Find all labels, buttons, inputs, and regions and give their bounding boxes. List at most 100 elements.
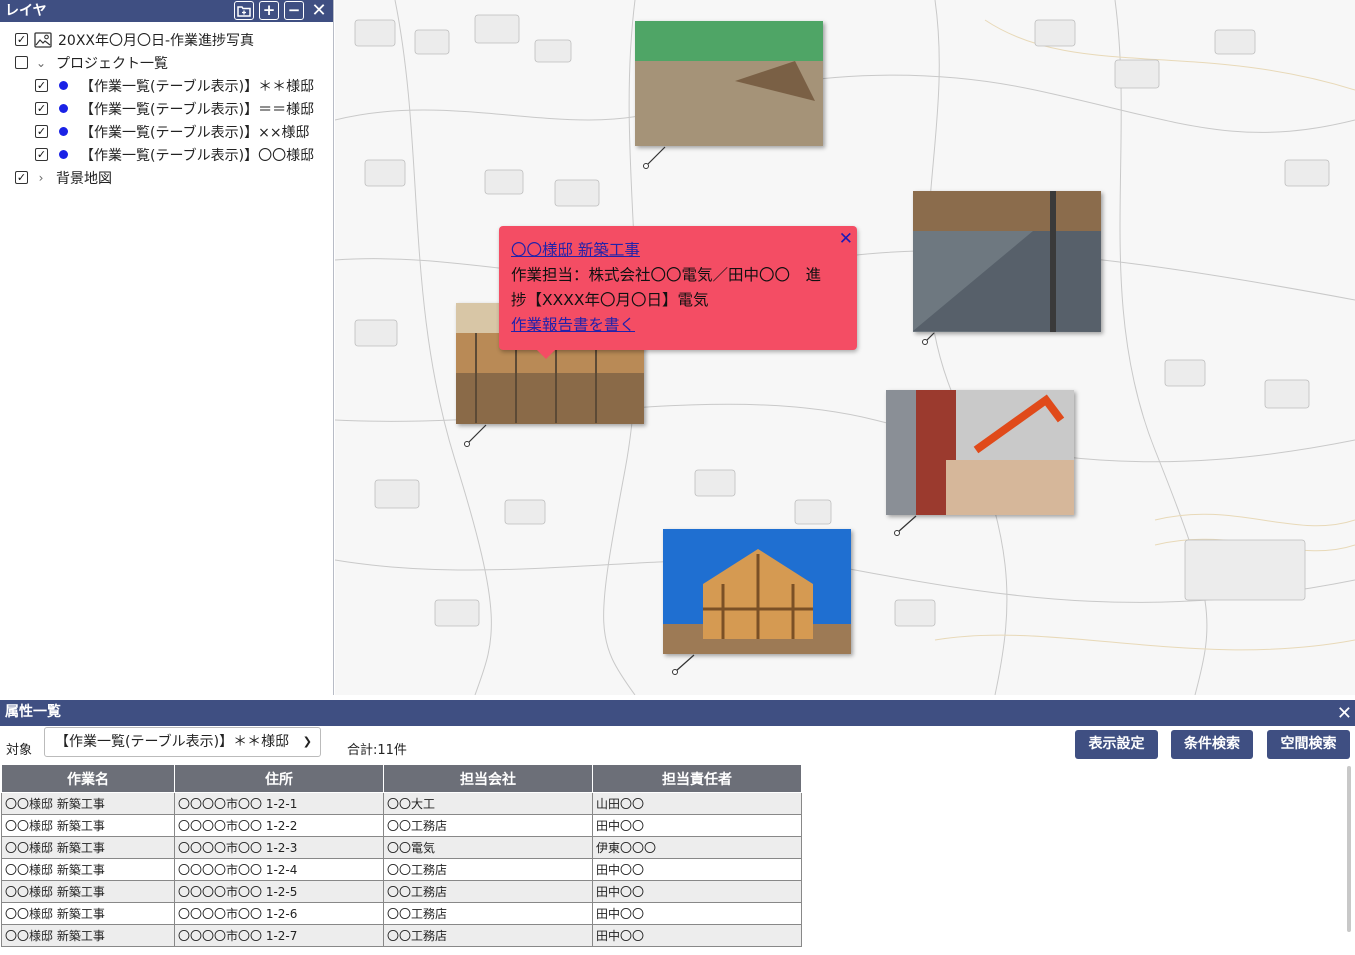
cell: 田中〇〇 bbox=[592, 858, 802, 881]
cell: 〇〇〇〇市〇〇 1-2-6 bbox=[174, 902, 384, 925]
photo-marker-4[interactable] bbox=[886, 390, 1074, 515]
table-row[interactable]: 〇〇様邸 新築工事 〇〇〇〇市〇〇 1-2-3 〇〇電気 伊東〇〇〇 bbox=[1, 836, 802, 859]
layer-item-sub4[interactable]: ✓ 【作業一覧(テーブル表示)】〇〇様邸 bbox=[0, 143, 333, 166]
close-icon[interactable]: ✕ bbox=[1337, 702, 1352, 726]
leader-line bbox=[922, 332, 935, 345]
leader-line bbox=[464, 424, 487, 447]
photo-marker-5[interactable] bbox=[663, 529, 851, 654]
cell: 田中〇〇 bbox=[592, 880, 802, 903]
cell: 田中〇〇 bbox=[592, 902, 802, 925]
checkbox-checked-icon[interactable]: ✓ bbox=[15, 33, 28, 46]
cell: 〇〇工務店 bbox=[383, 814, 593, 837]
popup-close-icon[interactable]: ✕ bbox=[839, 227, 853, 252]
layer-label: 【作業一覧(テーブル表示)】＊＊様邸 bbox=[80, 78, 315, 95]
layer-color-dot-icon bbox=[59, 127, 68, 136]
photo-marker-2[interactable] bbox=[913, 191, 1101, 332]
attribute-panel-title: 属性一覧 bbox=[5, 704, 61, 720]
layer-color-dot-icon bbox=[59, 104, 68, 113]
feature-popup: ✕ 〇〇様邸 新築工事 作業担当：株式会社〇〇電気／田中〇〇 進 捗【XXXX年… bbox=[499, 226, 857, 359]
column-header[interactable]: 住所 bbox=[174, 764, 384, 793]
layer-label: 【作業一覧(テーブル表示)】××様邸 bbox=[80, 124, 310, 141]
layer-label: 20XX年〇月〇日-作業進捗写真 bbox=[58, 32, 255, 49]
column-header[interactable]: 担当責任者 bbox=[592, 764, 802, 793]
popup-tail bbox=[537, 350, 555, 359]
layer-label: 背景地図 bbox=[56, 170, 112, 187]
checkbox-checked-icon[interactable]: ✓ bbox=[15, 171, 28, 184]
target-select-value: 【作業一覧(テーブル表示)】＊＊様邸 bbox=[55, 734, 290, 750]
cell: 〇〇様邸 新築工事 bbox=[1, 924, 175, 947]
spatial-search-button[interactable]: 空間検索 bbox=[1267, 730, 1350, 759]
table-row[interactable]: 〇〇様邸 新築工事 〇〇〇〇市〇〇 1-2-7 〇〇工務店 田中〇〇 bbox=[1, 924, 802, 947]
photo-marker-1[interactable] bbox=[635, 21, 823, 146]
layer-color-dot-icon bbox=[59, 81, 68, 90]
layer-color-dot-icon bbox=[59, 150, 68, 159]
table-row[interactable]: 〇〇様邸 新築工事 〇〇〇〇市〇〇 1-2-4 〇〇工務店 田中〇〇 bbox=[1, 858, 802, 881]
expand-all-icon[interactable]: + bbox=[259, 1, 279, 20]
table-row[interactable]: 〇〇様邸 新築工事 〇〇〇〇市〇〇 1-2-5 〇〇工務店 田中〇〇 bbox=[1, 880, 802, 903]
layer-item-background-map[interactable]: ✓ › 背景地図 bbox=[0, 166, 333, 189]
popup-title-link[interactable]: 〇〇様邸 新築工事 bbox=[511, 241, 640, 259]
target-label: 対象 bbox=[6, 743, 33, 758]
total-count: 合計:11件 bbox=[347, 743, 407, 758]
layer-item-sub1[interactable]: ✓ 【作業一覧(テーブル表示)】＊＊様邸 bbox=[0, 74, 333, 97]
image-layer-icon bbox=[34, 31, 52, 48]
cell: 〇〇大工 bbox=[383, 792, 593, 815]
collapse-all-icon[interactable]: − bbox=[284, 1, 304, 20]
cell: 〇〇〇〇市〇〇 1-2-7 bbox=[174, 924, 384, 947]
popup-line: 捗【XXXX年〇月〇日】電気 bbox=[511, 291, 709, 309]
cell: 〇〇〇〇市〇〇 1-2-3 bbox=[174, 836, 384, 859]
cell: 山田〇〇 bbox=[592, 792, 802, 815]
attribute-panel-header: 属性一覧 ✕ bbox=[0, 700, 1355, 726]
layer-item-photos[interactable]: ✓ 20XX年〇月〇日-作業進捗写真 bbox=[0, 28, 333, 51]
cell: 〇〇工務店 bbox=[383, 924, 593, 947]
layer-tree: ✓ 20XX年〇月〇日-作業進捗写真 ⌄ プロジェクト一覧 ✓ 【作業一覧(テー… bbox=[0, 22, 333, 189]
cell: 〇〇電気 bbox=[383, 836, 593, 859]
attribute-table: 作業名 住所 担当会社 担当責任者 〇〇様邸 新築工事 〇〇〇〇市〇〇 1-2-1… bbox=[1, 764, 802, 947]
chevron-down-icon: ❯ bbox=[302, 735, 312, 748]
checkbox-checked-icon[interactable]: ✓ bbox=[35, 148, 48, 161]
leader-line bbox=[643, 146, 666, 169]
cell: 〇〇〇〇市〇〇 1-2-4 bbox=[174, 858, 384, 881]
condition-search-button[interactable]: 条件検索 bbox=[1171, 730, 1253, 759]
cell: 〇〇〇〇市〇〇 1-2-5 bbox=[174, 880, 384, 903]
cell: 〇〇工務店 bbox=[383, 880, 593, 903]
layer-item-sub3[interactable]: ✓ 【作業一覧(テーブル表示)】××様邸 bbox=[0, 120, 333, 143]
leader-line bbox=[894, 515, 917, 536]
cell: 田中〇〇 bbox=[592, 814, 802, 837]
cell: 〇〇工務店 bbox=[383, 902, 593, 925]
chevron-right-icon[interactable]: › bbox=[34, 171, 48, 185]
add-folder-icon[interactable] bbox=[234, 1, 254, 20]
cell: 〇〇様邸 新築工事 bbox=[1, 902, 175, 925]
close-icon[interactable]: ✕ bbox=[309, 1, 329, 20]
layer-panel: レイヤ + − ✕ ✓ 20XX年〇月〇日-作業進捗写真 ⌄ プロジェクト一覧 … bbox=[0, 0, 334, 695]
column-header[interactable]: 担当会社 bbox=[383, 764, 593, 793]
attribute-panel: 属性一覧 ✕ 対象 【作業一覧(テーブル表示)】＊＊様邸 ❯ 合計:11件 表示… bbox=[0, 700, 1355, 955]
table-row[interactable]: 〇〇様邸 新築工事 〇〇〇〇市〇〇 1-2-1 〇〇大工 山田〇〇 bbox=[1, 792, 802, 815]
layer-label: プロジェクト一覧 bbox=[56, 55, 168, 72]
table-header-row: 作業名 住所 担当会社 担当責任者 bbox=[1, 764, 802, 793]
checkbox-checked-icon[interactable]: ✓ bbox=[35, 102, 48, 115]
cell: 田中〇〇 bbox=[592, 924, 802, 947]
cell: 〇〇様邸 新築工事 bbox=[1, 792, 175, 815]
target-select[interactable]: 【作業一覧(テーブル表示)】＊＊様邸 ❯ bbox=[44, 727, 321, 757]
checkbox-unchecked-icon[interactable] bbox=[15, 56, 28, 69]
table-row[interactable]: 〇〇様邸 新築工事 〇〇〇〇市〇〇 1-2-6 〇〇工務店 田中〇〇 bbox=[1, 902, 802, 925]
write-report-link[interactable]: 作業報告書を書く bbox=[511, 316, 635, 334]
cell: 〇〇様邸 新築工事 bbox=[1, 880, 175, 903]
cell: 〇〇工務店 bbox=[383, 858, 593, 881]
cell: 〇〇様邸 新築工事 bbox=[1, 836, 175, 859]
cell: 伊東〇〇〇 bbox=[592, 836, 802, 859]
cell: 〇〇〇〇市〇〇 1-2-2 bbox=[174, 814, 384, 837]
column-header[interactable]: 作業名 bbox=[1, 764, 175, 793]
popup-line: 作業担当：株式会社〇〇電気／田中〇〇 進 bbox=[511, 266, 822, 284]
table-scrollbar[interactable] bbox=[1347, 766, 1351, 932]
checkbox-checked-icon[interactable]: ✓ bbox=[35, 79, 48, 92]
layer-item-project-list[interactable]: ⌄ プロジェクト一覧 bbox=[0, 51, 333, 74]
chevron-down-icon[interactable]: ⌄ bbox=[34, 56, 48, 70]
table-row[interactable]: 〇〇様邸 新築工事 〇〇〇〇市〇〇 1-2-2 〇〇工務店 田中〇〇 bbox=[1, 814, 802, 837]
display-settings-button[interactable]: 表示設定 bbox=[1075, 730, 1158, 759]
layer-panel-header: レイヤ + − ✕ bbox=[0, 0, 333, 22]
checkbox-checked-icon[interactable]: ✓ bbox=[35, 125, 48, 138]
attribute-toolbar: 対象 【作業一覧(テーブル表示)】＊＊様邸 ❯ 合計:11件 表示設定 条件検索… bbox=[0, 726, 1355, 764]
layer-item-sub2[interactable]: ✓ 【作業一覧(テーブル表示)】＝＝様邸 bbox=[0, 97, 333, 120]
